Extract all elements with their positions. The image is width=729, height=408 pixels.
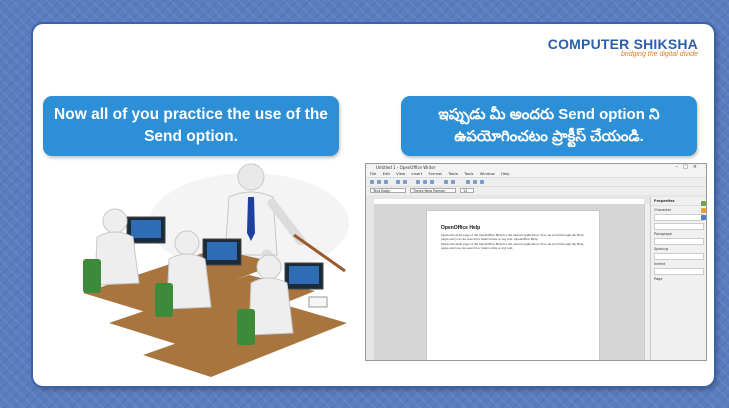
document-page[interactable]: OpenOffice Help Opens the main page of t… (426, 210, 600, 360)
pdf-icon[interactable] (403, 180, 407, 184)
menu-window[interactable]: Window (480, 171, 495, 176)
menu-help[interactable]: Help (501, 171, 510, 176)
sidebar-paragraph-label[interactable]: Paragraph (654, 232, 704, 236)
sidebar-align-field[interactable] (654, 238, 704, 245)
sidebar-indent-field[interactable] (654, 268, 704, 275)
table-icon[interactable] (466, 180, 470, 184)
menu-tools[interactable]: Tools (464, 171, 473, 176)
gallery-tab-icon[interactable] (701, 215, 706, 220)
sidebar-font-field[interactable] (654, 214, 704, 221)
properties-sidebar: Properties Character Paragraph Spacing I… (650, 197, 706, 360)
open-icon[interactable] (377, 180, 381, 184)
copy-icon[interactable] (423, 180, 427, 184)
writer-title-bar: Untitled 1 - OpenOffice Writer –□× (366, 164, 706, 171)
slide: COMPUTER SHIKSHA bridging the digital di… (33, 24, 714, 386)
sidebar-indent-label: Indent (654, 262, 666, 266)
sidebar-character-label[interactable]: Character (654, 208, 704, 212)
undo-icon[interactable] (444, 180, 448, 184)
paste-icon[interactable] (430, 180, 434, 184)
redo-icon[interactable] (451, 180, 455, 184)
document-area: OpenOffice Help Opens the main page of t… (374, 204, 644, 360)
document-paragraph-1: Opens the main page of the OpenOffice He… (441, 233, 584, 242)
sidebar-title: Properties (651, 197, 706, 206)
openoffice-writer-screenshot: Untitled 1 - OpenOffice Writer –□× File … (365, 163, 707, 361)
english-instruction-bubble: Now all of you practice the use of the S… (43, 96, 339, 156)
print-icon[interactable] (396, 180, 400, 184)
styles-tab-icon[interactable] (701, 208, 706, 213)
menu-format[interactable]: Format (429, 171, 442, 176)
classroom-illustration (83, 163, 349, 377)
font-size-box[interactable]: 12 (460, 188, 474, 193)
paragraph-style-box[interactable]: Text Body (370, 188, 406, 193)
logo-tagline: bridging the digital divide (620, 51, 698, 58)
chart-icon[interactable] (480, 180, 484, 184)
sidebar-style-field[interactable] (654, 223, 704, 230)
standard-toolbar (366, 177, 706, 186)
english-instruction-text: Now all of you practice the use of the S… (54, 106, 328, 145)
menu-file[interactable]: File (370, 171, 376, 176)
menu-insert[interactable]: Insert (411, 171, 422, 176)
sidebar-tab-strip (700, 199, 706, 222)
logo-brand: COMPUTER SHIKSHA (548, 36, 698, 52)
sidebar-page-label[interactable]: Page (654, 277, 704, 281)
logo-brand-part2: SHIKSHA (633, 36, 698, 52)
menu-edit[interactable]: Edit (383, 171, 390, 176)
window-controls[interactable]: –□× (676, 164, 702, 171)
save-icon[interactable] (384, 180, 388, 184)
logo-brand-part1: COMPUTER (547, 36, 630, 52)
document-heading: OpenOffice Help (441, 225, 481, 231)
telugu-instruction-text: ఇప్పుడు మీ అందరు Send option ని ఉపయోగించ… (438, 106, 660, 145)
menu-table[interactable]: Table (448, 171, 458, 176)
new-icon[interactable] (370, 180, 374, 184)
computer-shiksha-logo: COMPUTER SHIKSHA bridging the digital di… (548, 36, 698, 58)
document-paragraph-2: Opens the main page of the OpenOffice He… (441, 241, 584, 251)
image-icon[interactable] (473, 180, 477, 184)
writer-window-title: Untitled 1 - OpenOffice Writer (376, 165, 436, 170)
properties-tab-icon[interactable] (701, 201, 706, 206)
formatting-toolbar: Text Body Times New Roman 12 (366, 186, 706, 195)
sidebar-spacing-field[interactable] (654, 253, 704, 260)
menu-view[interactable]: View (396, 171, 405, 176)
sidebar-spacing-label: Spacing (654, 247, 668, 251)
telugu-instruction-bubble: ఇప్పుడు మీ అందరు Send option ని ఉపయోగించ… (401, 96, 697, 156)
cut-icon[interactable] (416, 180, 420, 184)
document-body: Opens the main page of the OpenOffice He… (441, 233, 589, 251)
font-name-box[interactable]: Times New Roman (410, 188, 456, 193)
